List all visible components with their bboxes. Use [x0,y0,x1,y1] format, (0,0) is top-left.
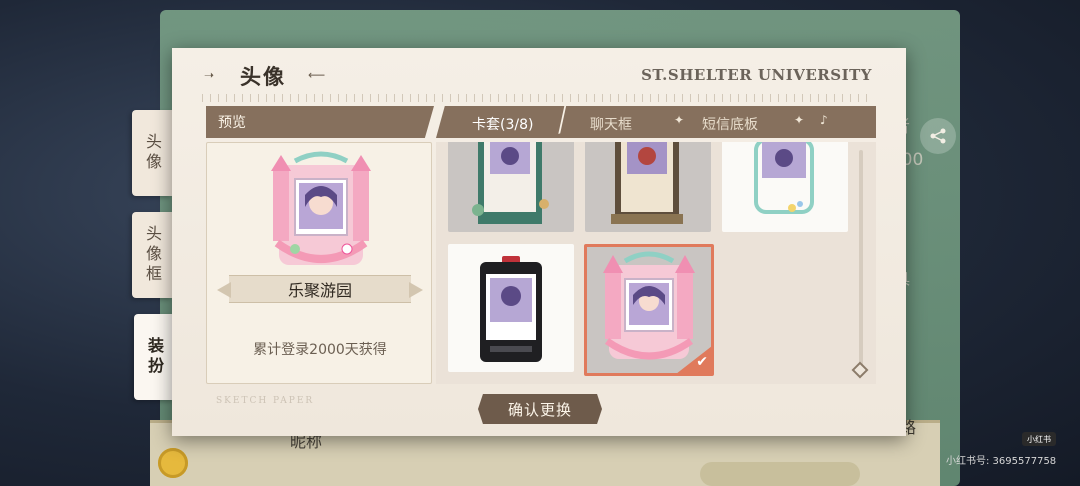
preview-header-bar: 预览 [206,106,434,138]
sparkle-icon: ✦ [794,113,805,127]
card-cover-thumbnail [480,256,542,362]
avatar-panel: ➝ 头像 ⟵ ST.SHELTER UNIVERSITY 预览 卡套(3/8) … [172,48,906,436]
tab-card-cover[interactable]: 卡套(3/8) [472,114,533,134]
item-description: 累计登录2000天获得 [253,342,387,358]
card-cover-thumbnail [611,142,683,224]
watermark-text: 小红书号: 3695577758 [946,456,1057,467]
background-stamp [700,462,860,486]
card-cover-item-white-green[interactable] [722,142,848,232]
preview-card-cover-image [271,151,371,265]
side-tab-label: 装扮 [145,337,164,377]
arrow-right-icon: ➝ [204,68,215,82]
card-cover-thumbnail [754,142,814,214]
music-note-icon: ♪ [820,113,828,127]
preview-box: 乐聚游园 累计登录2000天获得 [206,142,432,384]
card-cover-item-bronze-ornate[interactable] [585,142,711,232]
sparkle-icon: ✦ [674,113,685,127]
side-tab-avatar[interactable]: 头像 [132,110,172,196]
category-tab-bar: 卡套(3/8) ╱ 聊天框 ✦ 短信底板 ✦ ♪ [436,106,876,138]
share-icon[interactable] [920,118,956,154]
item-name: 乐聚游园 [287,281,352,300]
tab-sms-background[interactable]: 短信底板 [702,114,758,134]
item-name-plate: 乐聚游园 [229,275,411,303]
card-cover-item-black-badge[interactable] [448,244,574,372]
arrow-left-icon: ⟵ [308,68,326,82]
card-cover-item-pink-castle[interactable]: ✔ [584,244,714,376]
grid-scrollbar[interactable] [859,150,863,366]
brand-logo: ST.SHELTER UNIVERSITY [641,66,872,84]
pen-icon: ╱ [552,106,573,135]
side-tab-avatar-frame[interactable]: 头像框 [132,212,172,298]
watermark-badge: 小红书 [1022,432,1056,446]
side-tab-label: 头像框 [143,225,162,285]
card-cover-grid: ✔ [436,142,876,384]
side-tab-label: 头像 [143,133,162,173]
sketch-paper-label: SKETCH PAPER [216,396,315,406]
card-cover-thumbnail [472,142,549,224]
ruler-divider [202,94,874,102]
confirm-change-button[interactable]: 确认更换 [478,394,602,424]
flower-icon [158,448,188,478]
page-title: 头像 [240,65,286,89]
side-tab-outfit[interactable]: 装扮 [134,314,174,400]
scroll-diamond-icon[interactable] [851,361,869,379]
tab-chat-bubble[interactable]: 聊天框 [590,114,632,134]
card-cover-item-teal-floral[interactable] [448,142,574,232]
preview-header-label: 预览 [218,115,246,131]
share-glyph [930,128,946,144]
card-cover-thumbnail [603,251,695,360]
